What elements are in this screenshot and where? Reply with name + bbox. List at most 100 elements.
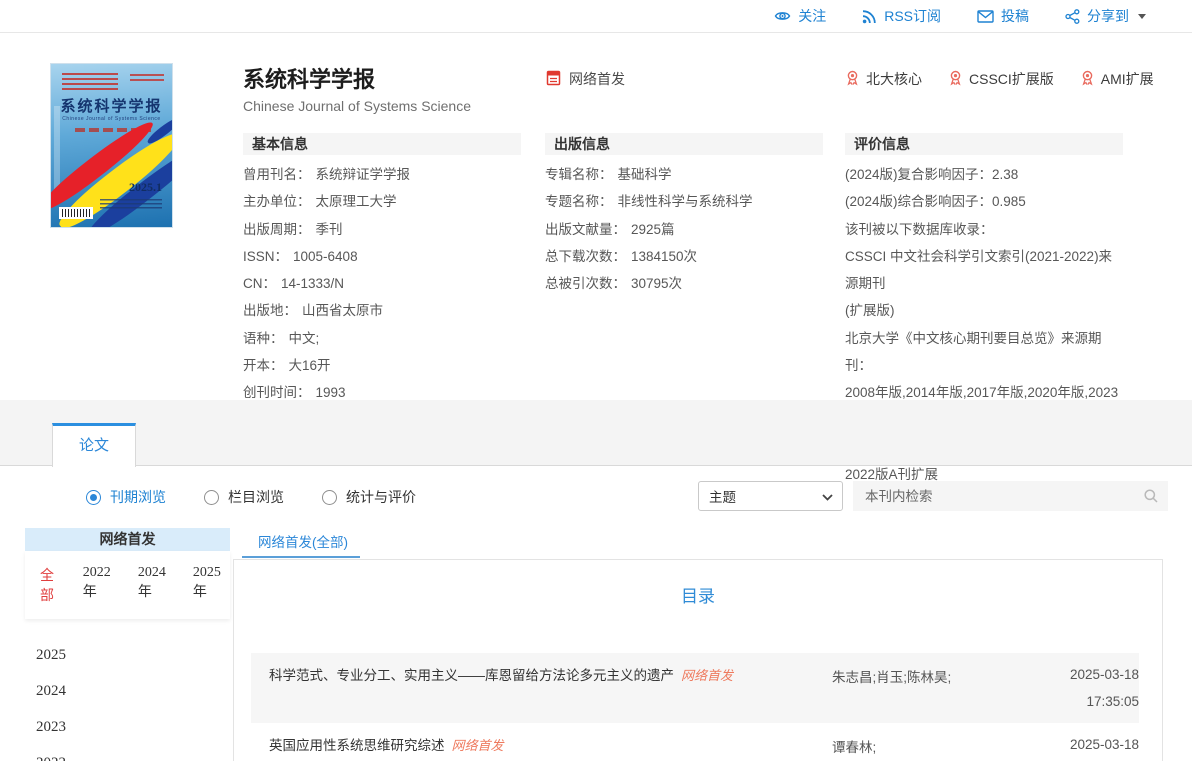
tab-underline xyxy=(242,556,360,558)
quick-filter-item[interactable]: 2025年 xyxy=(193,565,230,605)
basic-info-rows: 曾用刊名： 系统辩证学学报 主办单位：太原理工大学 出版周期： 季刊 ISSN：10… xyxy=(243,161,521,407)
info-row: 语种：中文; xyxy=(243,325,521,352)
info-label: CN： xyxy=(243,276,276,291)
quick-filter-item[interactable]: 全部 xyxy=(40,565,65,605)
info-value: 14-1333/N xyxy=(281,276,344,291)
browse-mode-option[interactable]: 刊期浏览 xyxy=(86,487,166,507)
journal-title: 系统科学学报 xyxy=(243,62,375,94)
document-icon xyxy=(546,70,561,89)
info-label: 专辑名称： xyxy=(545,167,613,182)
article-date-time: 17:35:05 xyxy=(1044,688,1139,715)
radio-icon xyxy=(204,490,219,505)
info-label: 专题名称： xyxy=(545,194,613,209)
info-row: 出版文献量：2925篇 xyxy=(545,216,823,243)
year-item[interactable]: 2025 xyxy=(25,637,230,673)
year-item[interactable]: 2022 xyxy=(25,745,230,761)
article-date: 2025-03-18 17:33:46 xyxy=(1044,731,1139,761)
browse-mode-option[interactable]: 栏目浏览 xyxy=(204,487,284,507)
toc-title: 目录 xyxy=(234,582,1162,607)
article-date-day: 2025-03-18 xyxy=(1044,731,1139,758)
browse-mode-group: 刊期浏览 栏目浏览 统计与评价 xyxy=(86,487,416,507)
info-row: ISSN：1005-6408 xyxy=(243,243,521,270)
online-first-tag: 网络首发 xyxy=(452,738,504,753)
cover-decor-text xyxy=(62,73,118,93)
rss-label: RSS订阅 xyxy=(884,6,941,26)
share-button[interactable]: 分享到 xyxy=(1065,6,1146,26)
year-list: 2025 2024 2023 2022 2021 xyxy=(25,637,230,761)
journal-search-box xyxy=(853,481,1168,511)
search-icon[interactable] xyxy=(1143,488,1159,504)
info-label: ISSN： xyxy=(243,249,288,264)
year-item[interactable]: 2024 xyxy=(25,673,230,709)
article-title-link[interactable]: 英国应用性系统思维研究综述网络首发 xyxy=(269,731,832,756)
info-label: 曾用刊名： xyxy=(243,167,311,182)
info-label: 语种： xyxy=(243,331,284,346)
year-item[interactable]: 2023 xyxy=(25,709,230,745)
article-list-panel: 目录 科学范式、专业分工、实用主义——库恩留给方法论多元主义的遗产网络首发 朱志… xyxy=(233,559,1163,761)
info-row: 开本：大16开 xyxy=(243,352,521,379)
journal-badges: 北大核心 CSSCI扩展版 AMI扩展 xyxy=(845,69,1154,89)
info-value: 30795次 xyxy=(631,276,682,291)
info-value: 基础科学 xyxy=(618,167,672,182)
info-row: 总下载次数：1384150次 xyxy=(545,243,823,270)
share-icon xyxy=(1065,9,1080,24)
rss-button[interactable]: RSS订阅 xyxy=(862,6,941,26)
basic-info-header: 基本信息 xyxy=(243,133,521,155)
journal-detail-page: 关注 RSS订阅 投稿 分享到 系统科学学报 Chinese Journal o… xyxy=(0,0,1192,761)
badge-label: 北大核心 xyxy=(866,69,922,89)
evaluation-line: 该刊被以下数据库收录： xyxy=(845,216,1123,243)
info-row: 曾用刊名： 系统辩证学学报 xyxy=(243,161,521,188)
info-row: CN： 14-1333/N xyxy=(243,270,521,297)
medal-icon xyxy=(948,70,963,89)
info-value: 太原理工大学 xyxy=(316,194,397,209)
info-value: 季刊 xyxy=(316,222,343,237)
evaluation-line: 北京大学《中文核心期刊要目总览》来源期刊： xyxy=(845,325,1123,380)
evaluation-line: (2024版)综合影响因子：0.985 xyxy=(845,188,1123,215)
article-authors: 朱志昌;肖玉;陈林昊; xyxy=(832,661,1044,686)
browse-mode-option[interactable]: 统计与评价 xyxy=(322,487,416,507)
rss-icon xyxy=(862,9,877,24)
contribute-button[interactable]: 投稿 xyxy=(977,6,1029,26)
search-field-select[interactable]: 主题 xyxy=(698,481,843,511)
browse-mode-label: 刊期浏览 xyxy=(110,487,166,507)
online-first-flag: 网络首发 xyxy=(546,69,625,89)
follow-button[interactable]: 关注 xyxy=(774,6,826,26)
medal-icon xyxy=(845,70,860,89)
publish-info-header: 出版信息 xyxy=(545,133,823,155)
evaluation-line: (扩展版) xyxy=(845,297,1123,324)
info-label: 开本： xyxy=(243,358,284,373)
search-field-value: 主题 xyxy=(709,486,736,506)
article-date: 2025-03-18 17:35:05 xyxy=(1044,661,1139,715)
info-row: 总被引次数：30795次 xyxy=(545,270,823,297)
journal-title-en: Chinese Journal of Systems Science xyxy=(243,98,471,114)
badge-label: CSSCI扩展版 xyxy=(969,69,1054,89)
quick-filter-item[interactable]: 2022年 xyxy=(83,565,120,605)
tab-online-first-all[interactable]: 网络首发(全部) xyxy=(258,531,348,551)
journal-cover-image: 系统科学学报 Chinese Journal of Systems Scienc… xyxy=(50,63,173,228)
chevron-down-icon xyxy=(1138,14,1146,19)
info-value: 系统辩证学学报 xyxy=(316,167,411,182)
tab-papers[interactable]: 论文 xyxy=(52,423,136,467)
article-title-link[interactable]: 科学范式、专业分工、实用主义——库恩留给方法论多元主义的遗产网络首发 xyxy=(269,661,832,686)
mail-icon xyxy=(977,10,994,23)
quick-filter-item[interactable]: 2024年 xyxy=(138,565,175,605)
cover-issue: 2025.1 xyxy=(129,180,162,195)
search-input[interactable] xyxy=(853,489,1143,504)
info-label: 出版文献量： xyxy=(545,222,626,237)
article-row: 科学范式、专业分工、实用主义——库恩留给方法论多元主义的遗产网络首发 朱志昌;肖… xyxy=(251,653,1139,723)
info-row: 专辑名称： 基础科学 xyxy=(545,161,823,188)
online-first-tag: 网络首发 xyxy=(681,668,733,683)
follow-label: 关注 xyxy=(798,6,826,26)
cover-barcode xyxy=(59,207,93,219)
article-authors: 谭春林; xyxy=(832,731,1044,756)
publish-info-section: 出版信息 专辑名称： 基础科学 专题名称： 非线性科学与系统科学 出版文献量：292… xyxy=(545,133,823,297)
info-value: 山西省太原市 xyxy=(302,303,383,318)
info-row: 出版周期： 季刊 xyxy=(243,216,521,243)
evaluation-line: CSSCI 中文社会科学引文索引(2021-2022)来源期刊 xyxy=(845,243,1123,298)
article-date-day: 2025-03-18 xyxy=(1044,661,1139,688)
info-row: 主办单位：太原理工大学 xyxy=(243,188,521,215)
info-label: 出版周期： xyxy=(243,222,311,237)
cover-decor-text xyxy=(100,199,162,209)
cover-decor-text xyxy=(130,74,164,83)
info-value: 非线性科学与系统科学 xyxy=(618,194,753,209)
